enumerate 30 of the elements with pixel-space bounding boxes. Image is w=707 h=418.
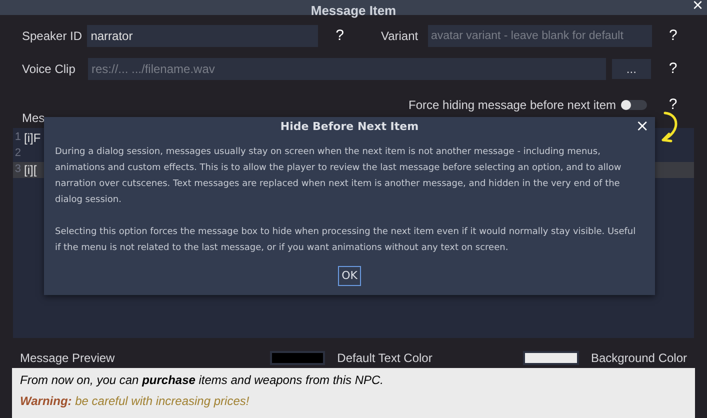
line-number: 3 [14, 162, 21, 178]
line-number: 1 [14, 130, 21, 146]
browse-button[interactable]: ... [612, 58, 652, 79]
help-icon[interactable]: ? [661, 25, 685, 48]
code-text: [i]F [24, 130, 41, 146]
field-label: Background Color [590, 350, 687, 366]
close-button[interactable]: × [692, 0, 703, 14]
dialog-paragraph: Selecting this option forces the message box to hide when processing the next item even if it would normally stay visible. Useful if the menu is not related to the last message, or if you want animations without any text on screen. [55, 226, 637, 255]
field-label: Speaker ID [22, 28, 84, 46]
window-title: Message Item [310, 4, 396, 17]
help-icon[interactable]: ? [328, 25, 352, 48]
field-label: Mes [22, 110, 45, 124]
preview-text: From now on, you can purchase items and weapons from this NPC. [20, 372, 384, 388]
line-number: 2 [14, 146, 21, 162]
speaker-id-field[interactable]: narrator [86, 25, 318, 48]
dialog-title: Hide Before Next Item [280, 118, 419, 135]
ok-button[interactable]: OK [338, 266, 362, 286]
help-icon[interactable]: ? [661, 94, 685, 116]
variant-field[interactable]: avatar variant - leave blank for default [428, 25, 652, 48]
dialog-paragraph: During a dialog session, messages usually stay on screen when the next item is not another message - including menus, animations and custom effects. This is to allow the player to review the last message before selecting an option, and to allow narration over cutscenes. Text messages are replaced when next item is another message, and hidden in the very end of the dialog session. [55, 146, 622, 207]
option-label: Force hiding message before next item [408, 97, 616, 114]
close-button[interactable]: × [636, 117, 649, 135]
field-label: Voice Clip [22, 60, 76, 78]
help-icon[interactable]: ? [661, 58, 685, 80]
preview-label: Message Preview [20, 350, 116, 366]
preview-text: Warning: be careful with increasing prices! [20, 392, 250, 410]
field-label: Default Text Color [337, 350, 434, 366]
voice-clip-field[interactable]: res://... .../filename.wav [88, 58, 606, 80]
field-label: Variant [380, 28, 420, 46]
code-text: [i][ [24, 162, 37, 178]
